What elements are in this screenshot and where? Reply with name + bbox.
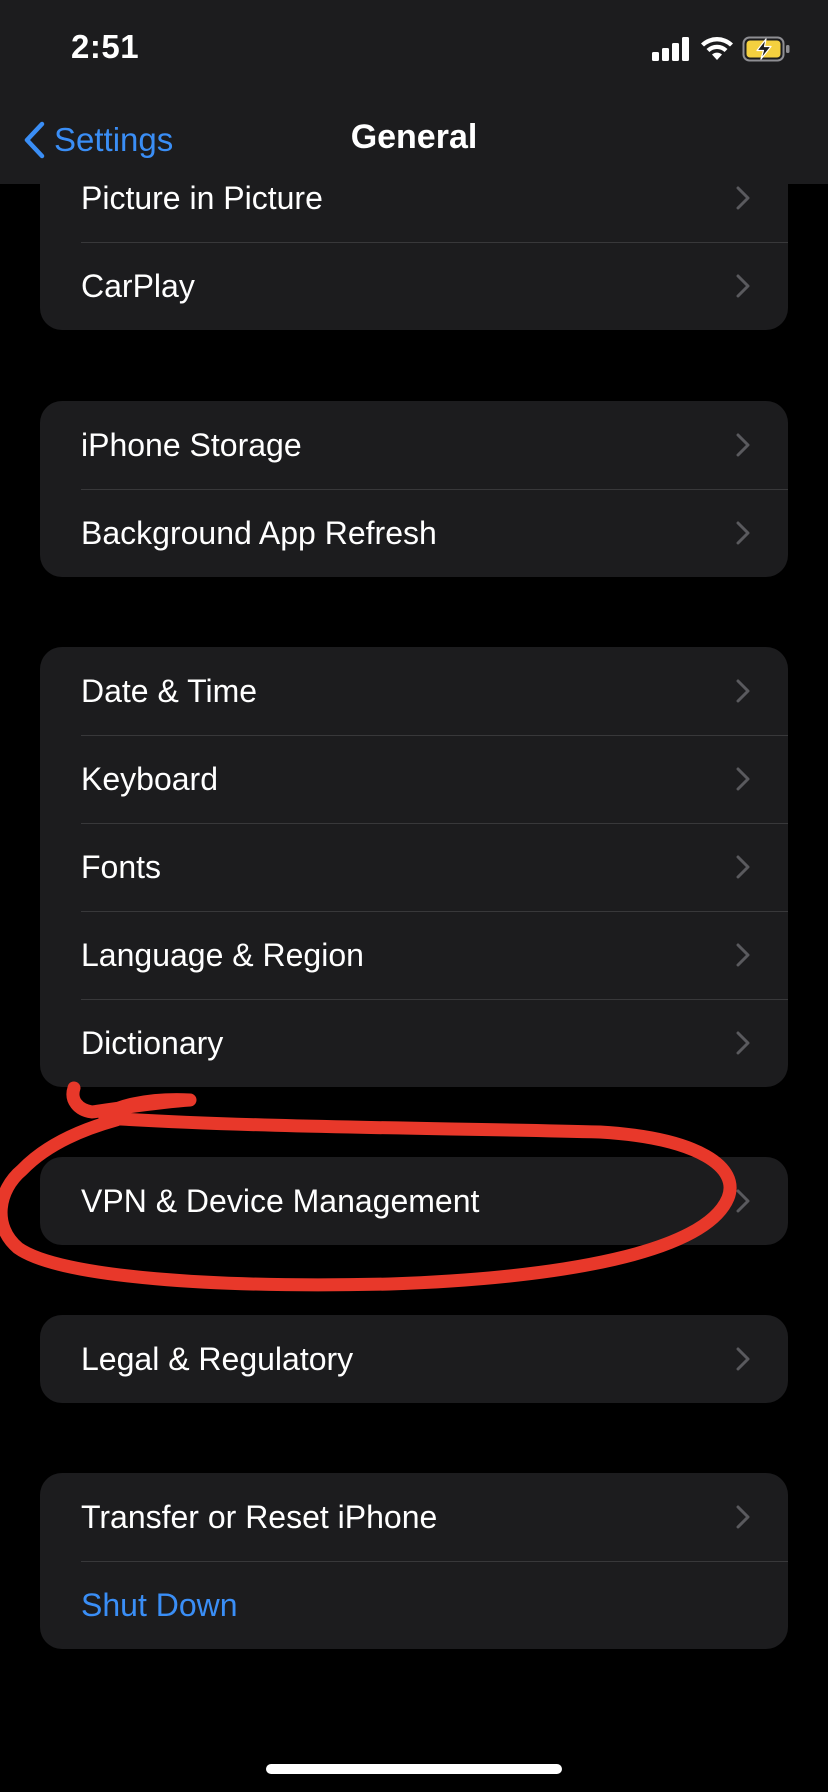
navigation-header: 2:51 Settings General	[0, 0, 828, 184]
settings-group-legal: Legal & Regulatory	[40, 1315, 788, 1403]
back-button[interactable]: Settings	[22, 116, 173, 164]
row-carplay[interactable]: CarPlay	[40, 242, 788, 330]
row-label: Fonts	[81, 848, 162, 885]
row-label: VPN & Device Management	[81, 1182, 480, 1219]
home-indicator[interactable]	[266, 1764, 562, 1774]
chevron-right-icon	[736, 186, 750, 210]
row-label: Keyboard	[81, 760, 218, 797]
cellular-signal-icon	[652, 37, 689, 61]
chevron-right-icon	[736, 433, 750, 457]
chevron-right-icon	[736, 943, 750, 967]
chevron-right-icon	[736, 1189, 750, 1213]
chevron-right-icon	[736, 679, 750, 703]
status-time: 2:51	[71, 28, 140, 65]
settings-group-vpn: VPN & Device Management	[40, 1157, 788, 1245]
row-iphone-storage[interactable]: iPhone Storage	[40, 401, 788, 489]
row-fonts[interactable]: Fonts	[40, 823, 788, 911]
wifi-icon	[701, 37, 733, 60]
row-label: Picture in Picture	[81, 179, 323, 216]
row-label: Language & Region	[81, 936, 364, 973]
settings-group-locale: Date & Time Keyboard Fonts Language & Re…	[40, 647, 788, 1087]
row-date-time[interactable]: Date & Time	[40, 647, 788, 735]
row-label: Date & Time	[81, 672, 258, 709]
row-label: iPhone Storage	[81, 426, 302, 463]
row-vpn-device-management[interactable]: VPN & Device Management	[40, 1157, 788, 1245]
chevron-right-icon	[736, 1347, 750, 1371]
row-dictionary[interactable]: Dictionary	[40, 999, 788, 1087]
row-label: Transfer or Reset iPhone	[81, 1498, 438, 1535]
row-transfer-reset[interactable]: Transfer or Reset iPhone	[40, 1473, 788, 1561]
row-label: Legal & Regulatory	[81, 1340, 354, 1377]
settings-group-reset: Transfer or Reset iPhone Shut Down	[40, 1473, 788, 1649]
chevron-right-icon	[736, 767, 750, 791]
row-label: Background App Refresh	[81, 514, 437, 551]
row-label: CarPlay	[81, 267, 195, 304]
chevron-right-icon	[736, 274, 750, 298]
row-shut-down[interactable]: Shut Down	[40, 1561, 788, 1649]
back-button-label: Settings	[54, 121, 174, 158]
chevron-left-icon	[24, 121, 45, 159]
settings-group-storage: iPhone Storage Background App Refresh	[40, 401, 788, 577]
shut-down-label: Shut Down	[81, 1586, 238, 1623]
chevron-right-icon	[736, 1505, 750, 1529]
chevron-right-icon	[736, 855, 750, 879]
row-legal-regulatory[interactable]: Legal & Regulatory	[40, 1315, 788, 1403]
chevron-right-icon	[736, 1031, 750, 1055]
row-keyboard[interactable]: Keyboard	[40, 735, 788, 823]
status-icons	[652, 34, 792, 64]
row-language-region[interactable]: Language & Region	[40, 911, 788, 999]
row-background-app-refresh[interactable]: Background App Refresh	[40, 489, 788, 577]
chevron-right-icon	[736, 521, 750, 545]
row-label: Dictionary	[81, 1024, 224, 1061]
battery-charging-icon	[742, 36, 790, 62]
